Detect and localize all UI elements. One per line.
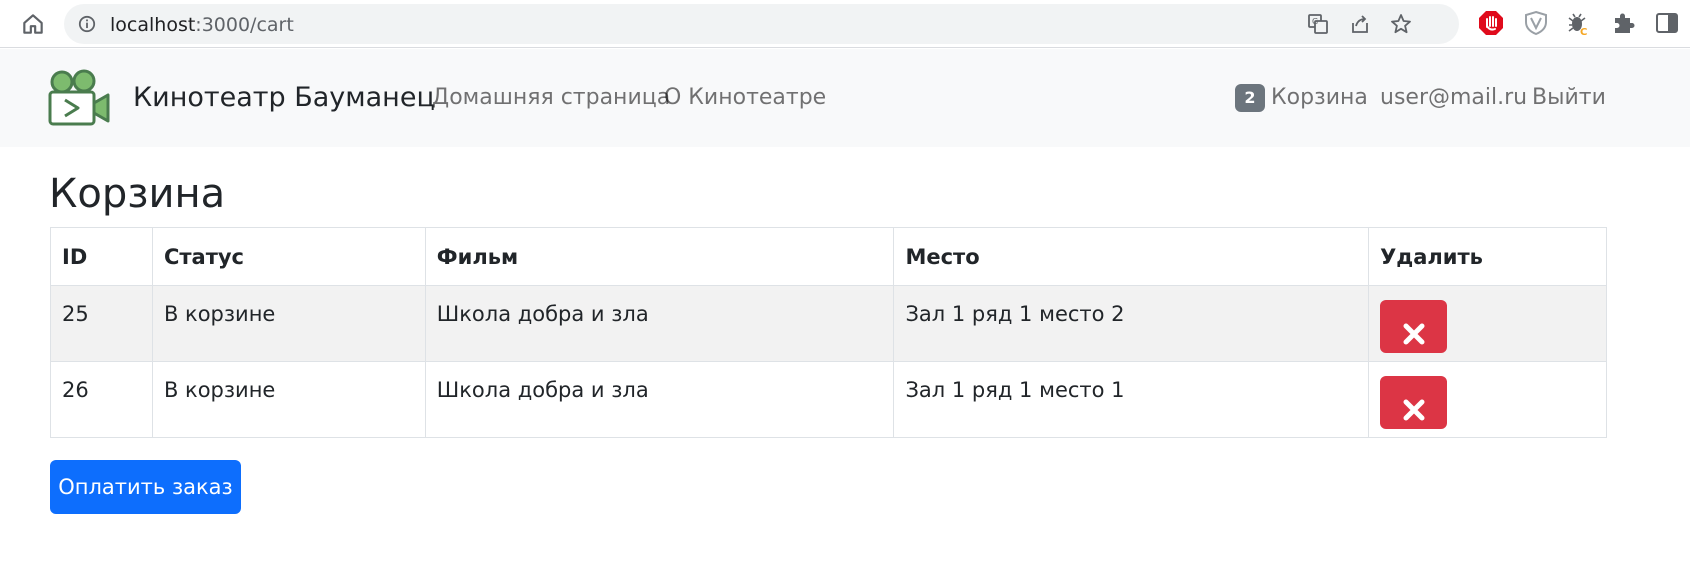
url-path: :3000/cart — [195, 14, 294, 36]
close-x-icon — [1403, 323, 1425, 344]
bookmark-star-icon[interactable] — [1390, 13, 1412, 35]
column-header-film: Фильм — [424, 227, 895, 286]
cell-seat: Зал 1 ряд 1 место 2 — [893, 285, 1370, 362]
adblock-extension-icon[interactable] — [1478, 10, 1504, 36]
movie-camera-logo-icon[interactable] — [48, 69, 112, 127]
home-icon[interactable] — [20, 11, 46, 37]
shield-extension-icon[interactable] — [1523, 10, 1549, 36]
cell-id: 25 — [50, 285, 153, 362]
pay-order-button[interactable]: Оплатить заказ — [50, 460, 241, 514]
cell-status: В корзине — [151, 361, 426, 438]
column-header-seat: Место — [893, 227, 1370, 286]
brand-name[interactable]: Кинотеатр Бауманец — [133, 82, 435, 113]
table-row: 26 В корзине Школа добра и зла Зал 1 ряд… — [50, 361, 1607, 438]
delete-button[interactable] — [1380, 300, 1448, 353]
nav-user-email[interactable]: user@mail.ru — [1380, 85, 1527, 110]
translate-icon[interactable]: G — [1307, 13, 1329, 35]
cell-delete — [1368, 285, 1607, 362]
extensions-puzzle-icon[interactable] — [1610, 10, 1636, 36]
cell-status: В корзине — [151, 285, 426, 362]
nav-about-link[interactable]: О Кинотеатре — [664, 85, 826, 110]
url-text[interactable]: localhost:3000/cart — [110, 14, 294, 36]
table-row: 25 В корзине Школа добра и зла Зал 1 ряд… — [50, 285, 1607, 362]
page-title: Корзина — [49, 171, 226, 217]
svg-text:C: C — [1580, 27, 1587, 36]
address-bar[interactable]: localhost:3000/cart G — [64, 4, 1459, 44]
bug-extension-icon[interactable]: C — [1565, 10, 1591, 36]
svg-text:G: G — [1312, 17, 1318, 26]
cell-seat: Зал 1 ряд 1 место 1 — [893, 361, 1370, 438]
site-info-icon[interactable] — [78, 15, 96, 33]
nav-logout-link[interactable]: Выйти — [1532, 85, 1606, 110]
table-header-row: ID Статус Фильм Место Удалить — [50, 227, 1607, 286]
column-header-status: Статус — [151, 227, 426, 286]
cell-id: 26 — [50, 361, 153, 438]
column-header-id: ID — [50, 227, 153, 286]
browser-toolbar: localhost:3000/cart G C — [0, 0, 1690, 48]
cell-film: Школа добра и зла — [424, 285, 895, 362]
nav-home-link[interactable]: Домашняя страница — [432, 85, 670, 110]
column-header-delete: Удалить — [1368, 227, 1607, 286]
cell-film: Школа добра и зла — [424, 361, 895, 438]
share-icon[interactable] — [1349, 13, 1371, 35]
site-navbar: Кинотеатр Бауманец Домашняя страница О К… — [0, 49, 1690, 147]
cart-count-badge[interactable]: 2 — [1235, 84, 1265, 112]
nav-cart-link[interactable]: Корзина — [1271, 85, 1368, 110]
close-x-icon — [1403, 399, 1425, 420]
side-panel-icon[interactable] — [1654, 10, 1680, 36]
url-host: localhost — [110, 14, 196, 36]
cart-table: ID Статус Фильм Место Удалить 25 В корзи… — [50, 227, 1607, 438]
cell-delete — [1368, 361, 1607, 438]
delete-button[interactable] — [1380, 376, 1448, 429]
